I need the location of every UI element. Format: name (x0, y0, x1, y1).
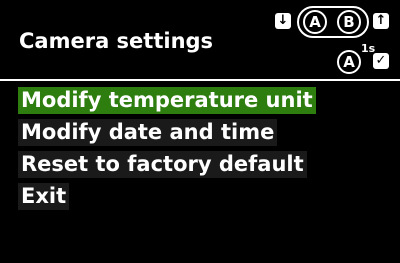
page-title: Camera settings (19, 29, 214, 53)
header-bar: Camera settings ↓ A B ↑ A 1s ✓ (0, 0, 400, 78)
arrow-up-icon: ↑ (373, 13, 389, 29)
menu-item-modify-temperature-unit[interactable]: Modify temperature unit (18, 87, 316, 114)
menu-item-label: Modify date and time (18, 119, 278, 146)
menu-item-exit[interactable]: Exit (18, 183, 316, 210)
settings-menu: Modify temperature unit Modify date and … (18, 87, 316, 215)
menu-item-modify-date-and-time[interactable]: Modify date and time (18, 119, 316, 146)
menu-item-label: Modify temperature unit (18, 87, 316, 114)
button-b-icon: B (337, 10, 361, 34)
header-divider (0, 79, 400, 81)
menu-item-label: Reset to factory default (18, 151, 307, 178)
menu-item-reset-factory-default[interactable]: Reset to factory default (18, 151, 316, 178)
menu-item-label: Exit (18, 183, 70, 210)
hold-button-a-icon: A (337, 50, 361, 74)
arrow-down-icon: ↓ (275, 13, 291, 29)
check-icon: ✓ (373, 53, 389, 69)
button-a-icon: A (303, 10, 327, 34)
